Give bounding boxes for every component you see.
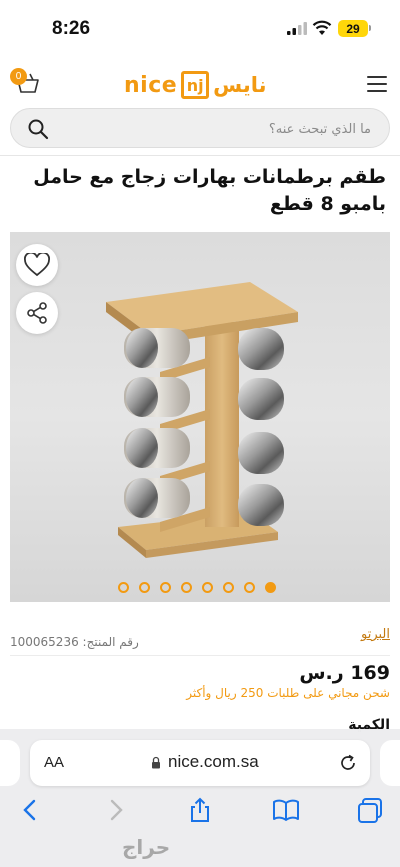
url-text: nice.com.sa [168,752,259,771]
wifi-icon [312,20,332,35]
product-sku: رقم المنتج: 100065236 [10,635,139,649]
site-header: 0 nice nj نايس [0,62,400,106]
gallery-dot[interactable] [139,582,150,593]
address-bar[interactable]: AA nice.com.sa [30,740,370,786]
cellular-signal-icon [287,22,307,35]
browser-toolbar: AA nice.com.sa [0,729,400,867]
gallery-dot[interactable] [202,582,213,593]
reload-icon[interactable] [338,753,358,773]
share-sheet-icon[interactable] [186,796,214,824]
header-divider [0,155,400,156]
status-time: 8:26 [52,18,91,39]
gallery-dot[interactable] [181,582,192,593]
status-bar: 8:26 29 [0,0,400,58]
cart-count-badge: 0 [10,68,27,85]
share-button[interactable] [16,292,58,334]
battery-tip [369,25,371,31]
site-logo[interactable]: nice nj نايس [124,70,267,100]
back-icon[interactable] [16,796,44,824]
share-icon [27,302,47,324]
gallery-dot[interactable] [244,582,255,593]
next-tab-preview[interactable] [380,740,400,786]
shipping-note: شحن مجاني على طلبات 250 ريال وأكثر [186,686,390,700]
brand-link[interactable]: البرتو [361,627,390,642]
search-icon[interactable] [27,118,49,140]
tabs-icon[interactable] [356,796,384,824]
previous-tab-preview[interactable] [0,740,20,786]
gallery-dot[interactable] [118,582,129,593]
gallery-pagination [118,582,276,594]
lock-icon [152,756,160,769]
product-price: 169 ر.س [299,662,390,684]
gallery-dot[interactable] [223,582,234,593]
watermark: حراج [122,835,171,859]
info-divider [10,655,390,656]
spice-rack-illustration [106,282,298,558]
favorite-button[interactable] [16,244,58,286]
gallery-dot[interactable] [160,582,171,593]
bookmarks-icon[interactable] [272,796,300,824]
product-image[interactable] [10,232,390,602]
hamburger-menu-icon[interactable] [367,76,387,92]
logo-text-ar: نايس [213,73,267,97]
search-bar [10,108,390,148]
search-input[interactable] [71,118,371,140]
logo-box: nj [181,71,210,99]
forward-icon[interactable] [102,796,130,824]
product-title: طقم برطمانات بهارات زجاج مع حامل بامبو 8… [33,166,386,215]
battery-indicator: 29 [338,20,368,37]
text-size-button[interactable]: AA [44,754,64,771]
gallery-dot[interactable] [265,582,276,593]
logo-text-en: nice [124,72,178,98]
heart-icon [24,253,50,277]
